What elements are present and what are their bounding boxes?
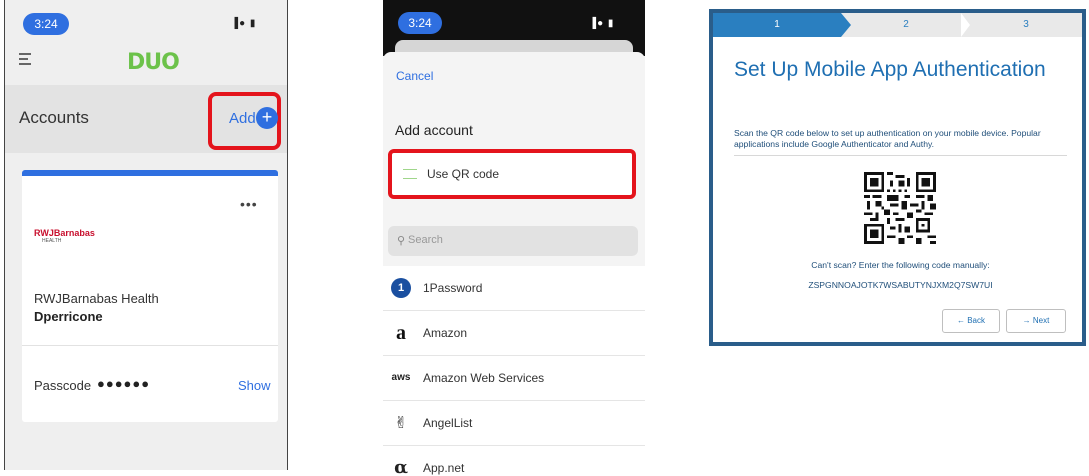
org-name: RWJBarnabas Health: [34, 291, 159, 306]
account-username: Dperricone: [34, 309, 103, 324]
service-label: App.net: [423, 461, 465, 475]
angellist-icon: ✌: [394, 413, 408, 432]
service-label: AngelList: [423, 416, 473, 430]
page-title: Set Up Mobile App Authentication: [734, 58, 1046, 81]
divider: [734, 155, 1067, 156]
org-logo-sub: HEALTH: [42, 238, 62, 244]
service-item-appnet[interactable]: α App.net: [383, 446, 645, 476]
status-time: 3:24: [23, 13, 69, 35]
aws-icon: aws: [391, 372, 411, 383]
show-passcode-button[interactable]: Show: [238, 378, 271, 393]
service-item-angellist[interactable]: ✌ AngelList: [383, 401, 645, 446]
search-placeholder: Search: [408, 234, 443, 246]
qr-code-image: [864, 172, 936, 244]
cancel-button[interactable]: Cancel: [396, 69, 433, 83]
duo-accounts-screen: 3:24 ▐● ▮ DUO Accounts Add + ••• RWJBarn…: [4, 0, 288, 470]
duo-logo: DUO: [127, 50, 180, 75]
progress-steps: 1 2 3: [713, 13, 1082, 37]
service-label: 1Password: [423, 281, 483, 295]
passcode-value: ●●●●●●: [97, 376, 151, 391]
step-3: 3: [1023, 19, 1029, 30]
service-item-aws[interactable]: aws Amazon Web Services: [383, 356, 645, 401]
1password-icon: 1: [391, 278, 411, 298]
add-plus-icon[interactable]: +: [256, 107, 278, 129]
service-label: Amazon: [423, 326, 468, 340]
back-button[interactable]: ← Back: [942, 309, 1000, 333]
step-2: 2: [903, 19, 909, 30]
amazon-icon: a: [396, 322, 406, 344]
passcode-label: Passcode: [34, 378, 92, 393]
use-qr-code-option[interactable]: Use QR code: [388, 149, 636, 199]
org-logo: RWJBarnabas: [34, 228, 95, 238]
card-divider: [22, 345, 278, 346]
service-item-amazon[interactable]: a Amazon: [383, 311, 645, 356]
qr-code-icon: [403, 169, 417, 179]
service-item-1password[interactable]: 1 1Password: [383, 266, 645, 311]
search-icon: ⚲: [397, 235, 406, 247]
add-account-screen: 3:24 ▐● ▮ Cancel Add account Use QR code…: [383, 0, 645, 476]
next-button[interactable]: → Next: [1006, 309, 1066, 333]
use-qr-code-label: Use QR code: [427, 167, 500, 181]
step-arrow: [841, 13, 851, 37]
status-bar-icons: ▐● ▮: [231, 18, 257, 29]
status-time: 3:24: [398, 12, 442, 34]
service-label: Amazon Web Services: [423, 371, 545, 385]
account-card[interactable]: ••• RWJBarnabas HEALTH RWJBarnabas Healt…: [22, 170, 278, 422]
add-account-title: Add account: [395, 122, 473, 138]
add-button[interactable]: Add: [229, 110, 256, 127]
accounts-title: Accounts: [19, 108, 89, 127]
cant-scan-text: Can't scan? Enter the following code man…: [811, 260, 990, 270]
step-1: 1: [713, 13, 841, 37]
step-separator: [961, 13, 970, 37]
hamburger-menu-icon[interactable]: [19, 53, 31, 68]
setup-description: Scan the QR code below to set up authent…: [734, 128, 1041, 149]
more-options-icon[interactable]: •••: [240, 196, 258, 212]
search-input[interactable]: ⚲ Search: [388, 226, 638, 256]
setup-mobile-app-window: 1 2 3 Set Up Mobile App Authentication S…: [709, 9, 1086, 346]
manual-code: ZSPGNNOAJOTK7WSABUTYNJXM2Q7SW7UI: [808, 280, 993, 290]
status-bar-icons: ▐● ▮: [589, 18, 615, 29]
appnet-icon: α: [394, 457, 408, 476]
